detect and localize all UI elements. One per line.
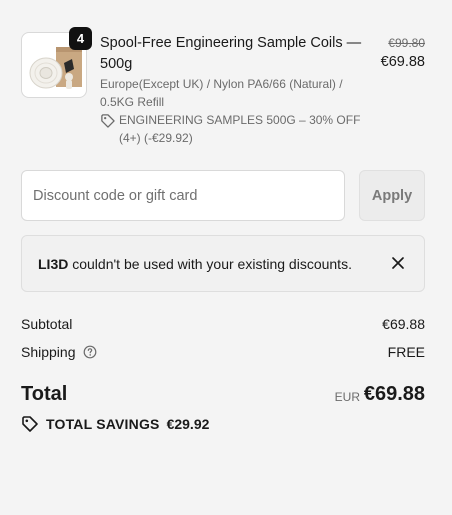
tag-icon bbox=[22, 416, 38, 432]
product-discount-label: ENGINEERING SAMPLES 500G – 30% OFF (4+) … bbox=[119, 113, 361, 145]
price-original: €99.80 bbox=[388, 36, 425, 50]
savings-label: TOTAL SAVINGS bbox=[46, 416, 160, 432]
question-circle-icon[interactable] bbox=[83, 345, 97, 359]
subtotal-value: €69.88 bbox=[382, 316, 425, 332]
discount-code: LI3D bbox=[38, 256, 69, 272]
product-variant: Europe(Except UK) / Nylon PA6/66 (Natura… bbox=[100, 77, 343, 109]
subtotal-label: Subtotal bbox=[21, 316, 73, 332]
discount-error-text: LI3D couldn't be used with your existing… bbox=[38, 256, 352, 272]
discount-code-input[interactable] bbox=[21, 170, 345, 221]
total-value: €69.88 bbox=[363, 383, 425, 405]
total-label: Total bbox=[21, 383, 68, 405]
currency-code: EUR bbox=[334, 390, 360, 404]
discount-error-message: couldn't be used with your existing disc… bbox=[68, 256, 352, 272]
product-title: Spool-Free Engineering Sample Coils — 50… bbox=[100, 35, 362, 72]
shipping-value: FREE bbox=[387, 344, 425, 360]
shipping-row-label: Shipping bbox=[21, 344, 97, 360]
tag-icon bbox=[101, 114, 115, 128]
product-discount: ENGINEERING SAMPLES 500G – 30% OFF (4+) … bbox=[100, 111, 370, 147]
apply-button[interactable]: Apply bbox=[359, 170, 425, 221]
close-icon[interactable] bbox=[388, 253, 408, 273]
shipping-label: Shipping bbox=[21, 344, 76, 360]
savings-value: €29.92 bbox=[166, 416, 210, 432]
total-savings: TOTAL SAVINGS €29.92 bbox=[21, 415, 209, 433]
quantity-badge: 4 bbox=[69, 27, 92, 50]
price-final: €69.88 bbox=[380, 54, 425, 70]
